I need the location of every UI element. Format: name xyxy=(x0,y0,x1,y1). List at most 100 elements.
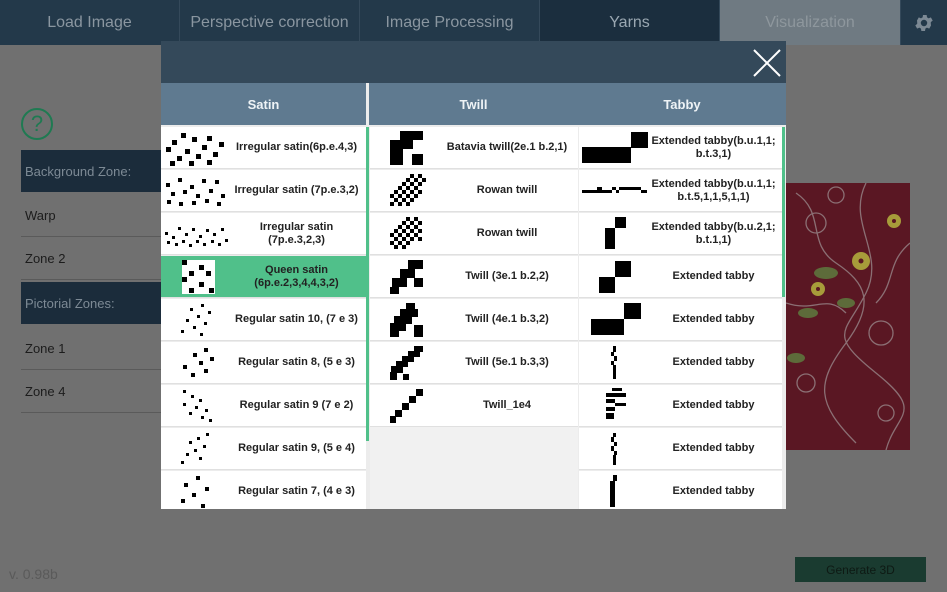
satin-item-selected[interactable]: Queen satin (6p.e.2,3,4,4,3,2) xyxy=(161,256,366,298)
tabby-item[interactable]: Extended tabby xyxy=(579,428,782,470)
satin-item-label: Irregular satin(6p.e.4,3) xyxy=(235,141,358,153)
dialog-title-bar xyxy=(161,41,786,83)
twill-item[interactable]: Batavia twill(2e.1 b.2,1) xyxy=(370,127,578,169)
column-header-tabby: Tabby xyxy=(578,83,786,125)
twill-item-label: Batavia twill(2e.1 b.2,1) xyxy=(446,141,568,153)
tab-image-processing[interactable]: Image Processing xyxy=(360,0,540,45)
weave-pattern-icon xyxy=(390,216,422,249)
satin-item[interactable]: Regular satin 9, (5 e 4) xyxy=(161,428,366,470)
satin-item[interactable]: Irregular satin(6p.e.4,3) xyxy=(161,127,366,169)
weave-pattern-icon xyxy=(390,173,426,206)
tabby-item-label: Extended tabby xyxy=(672,270,755,282)
twill-empty-area xyxy=(370,427,578,509)
satin-item-label: Regular satin 7, (4 e 3) xyxy=(238,485,355,497)
weave-pattern-icon xyxy=(181,432,209,464)
satin-item-label: Queen satin (6p.e.2,3,4,4,3,2) xyxy=(254,263,339,289)
tabby-item[interactable]: Extended tabby(b.u.1,1; b.t.3,1) xyxy=(579,127,782,169)
twill-item-label: Twill_1e4 xyxy=(482,399,532,411)
version-label: v. 0.98b xyxy=(9,566,58,582)
satin-item[interactable]: Irregular satin (7p.e.3,2) xyxy=(161,170,366,212)
settings-gear-icon[interactable] xyxy=(901,0,947,45)
column-header-satin: Satin xyxy=(161,83,366,125)
tab-yarns[interactable]: Yarns xyxy=(540,0,720,45)
zone-item-zone1[interactable]: Zone 1 xyxy=(21,328,161,370)
tabby-item-label: Extended tabby(b.u.1,1; b.t.5,1,1,5,1,1) xyxy=(651,177,776,203)
tabby-item[interactable]: Extended tabby xyxy=(579,342,782,384)
tabby-item[interactable]: Extended tabby(b.u.2,1; b.t.1,1) xyxy=(579,213,782,255)
pictorial-zones-header: Pictorial Zones: xyxy=(21,282,161,324)
satin-item-label: Regular satin 10, (7 e 3) xyxy=(235,313,358,325)
twill-item-label: Twill (3e.1 b.2,2) xyxy=(465,270,549,282)
weave-pattern-icon xyxy=(183,389,212,422)
tabby-item-label: Extended tabby(b.u.1,1; b.t.3,1) xyxy=(651,134,776,160)
satin-item-label: Regular satin 9, (5 e 4) xyxy=(238,442,355,454)
zone-item-zone4[interactable]: Zone 4 xyxy=(21,371,161,413)
satin-item[interactable]: Regular satin 10, (7 e 3) xyxy=(161,299,366,341)
twill-item-label: Twill (5e.1 b.3,3) xyxy=(465,356,549,368)
tabby-item-label: Extended tabby(b.u.2,1; b.t.1,1) xyxy=(651,220,776,246)
zone-item-zone2[interactable]: Zone 2 xyxy=(21,238,161,280)
tab-visualization[interactable]: Visualization xyxy=(720,0,901,45)
weave-pattern-icon xyxy=(599,260,631,293)
weave-pattern-icon xyxy=(611,432,617,465)
weave-pattern-icon xyxy=(390,345,423,380)
tab-perspective-correction[interactable]: Perspective correction xyxy=(180,0,360,45)
twill-item[interactable]: Rowan twill xyxy=(370,170,578,212)
weave-pattern-icon xyxy=(390,130,423,165)
satin-item[interactable]: Irregular satin (7p.e.3,2,3) xyxy=(161,213,366,255)
tab-load-image[interactable]: Load Image xyxy=(0,0,180,45)
weave-pattern-icon xyxy=(166,132,224,166)
satin-item[interactable]: Regular satin 7, (4 e 3) xyxy=(161,471,366,509)
twill-item-label: Rowan twill xyxy=(476,184,538,196)
gear-icon xyxy=(915,14,933,31)
twill-item-label: Twill (4e.1 b.3,2) xyxy=(465,313,549,325)
tabby-item[interactable]: Extended tabby xyxy=(579,385,782,427)
satin-scrollbar[interactable] xyxy=(366,127,369,441)
weave-pattern-icon xyxy=(181,303,211,336)
weave-selection-dialog: Satin Twill Tabby Irregular satin(6p.e.4… xyxy=(161,41,786,509)
weave-pattern-icon xyxy=(390,388,423,423)
fabric-preview-image xyxy=(786,183,910,450)
tabby-item[interactable]: Extended tabby xyxy=(579,256,782,298)
twill-item[interactable]: Twill_1e4 xyxy=(370,385,578,427)
twill-item[interactable]: Twill (4e.1 b.3,2) xyxy=(370,299,578,341)
tabby-item-label: Extended tabby xyxy=(672,356,755,368)
tabby-item-label: Extended tabby xyxy=(672,485,755,497)
weave-pattern-icon xyxy=(165,226,228,247)
tabby-item[interactable]: Extended tabby xyxy=(579,471,782,509)
weave-pattern-icon xyxy=(166,177,225,206)
weave-pattern-icon xyxy=(582,186,647,193)
weave-pattern-icon xyxy=(182,259,215,294)
satin-item-label: Irregular satin (7p.e.3,2,3) xyxy=(259,220,334,246)
satin-item[interactable]: Regular satin 8, (5 e 3) xyxy=(161,342,366,384)
twill-item[interactable]: Rowan twill xyxy=(370,213,578,255)
twill-item[interactable]: Twill (5e.1 b.3,3) xyxy=(370,342,578,384)
tabby-item[interactable]: Extended tabby(b.u.1,1; b.t.5,1,1,5,1,1) xyxy=(579,170,782,212)
twill-item[interactable]: Twill (3e.1 b.2,2) xyxy=(370,256,578,298)
column-header-twill: Twill xyxy=(369,83,578,125)
generate-3d-button[interactable]: Generate 3D xyxy=(795,557,926,582)
tabby-item-label: Extended tabby xyxy=(672,442,755,454)
weave-pattern-icon xyxy=(605,216,626,249)
twill-item-label: Rowan twill xyxy=(476,227,538,239)
zone-item-warp[interactable]: Warp xyxy=(21,195,161,237)
weave-pattern-icon xyxy=(390,302,423,337)
weave-pattern-icon xyxy=(611,345,617,379)
weave-pattern-icon xyxy=(606,387,626,419)
satin-item-label: Regular satin 8, (5 e 3) xyxy=(238,356,355,368)
tabby-scrollbar[interactable] xyxy=(782,127,785,297)
weave-pattern-icon xyxy=(181,475,209,508)
tabby-item-label: Extended tabby xyxy=(672,399,755,411)
satin-item-label: Regular satin 9 (7 e 2) xyxy=(239,399,354,411)
satin-item[interactable]: Regular satin 9 (7 e 2) xyxy=(161,385,366,427)
tabby-item[interactable]: Extended tabby xyxy=(579,299,782,341)
weave-pattern-icon xyxy=(183,347,214,377)
weave-pattern-icon xyxy=(582,131,648,163)
satin-item-label: Irregular satin (7p.e.3,2) xyxy=(234,184,359,196)
close-icon[interactable] xyxy=(751,47,783,79)
weave-pattern-icon xyxy=(591,302,641,335)
weave-pattern-icon xyxy=(610,474,617,507)
help-icon[interactable]: ? xyxy=(21,108,53,140)
background-zone-header: Background Zone: xyxy=(21,150,161,192)
weave-pattern-icon xyxy=(390,259,423,294)
